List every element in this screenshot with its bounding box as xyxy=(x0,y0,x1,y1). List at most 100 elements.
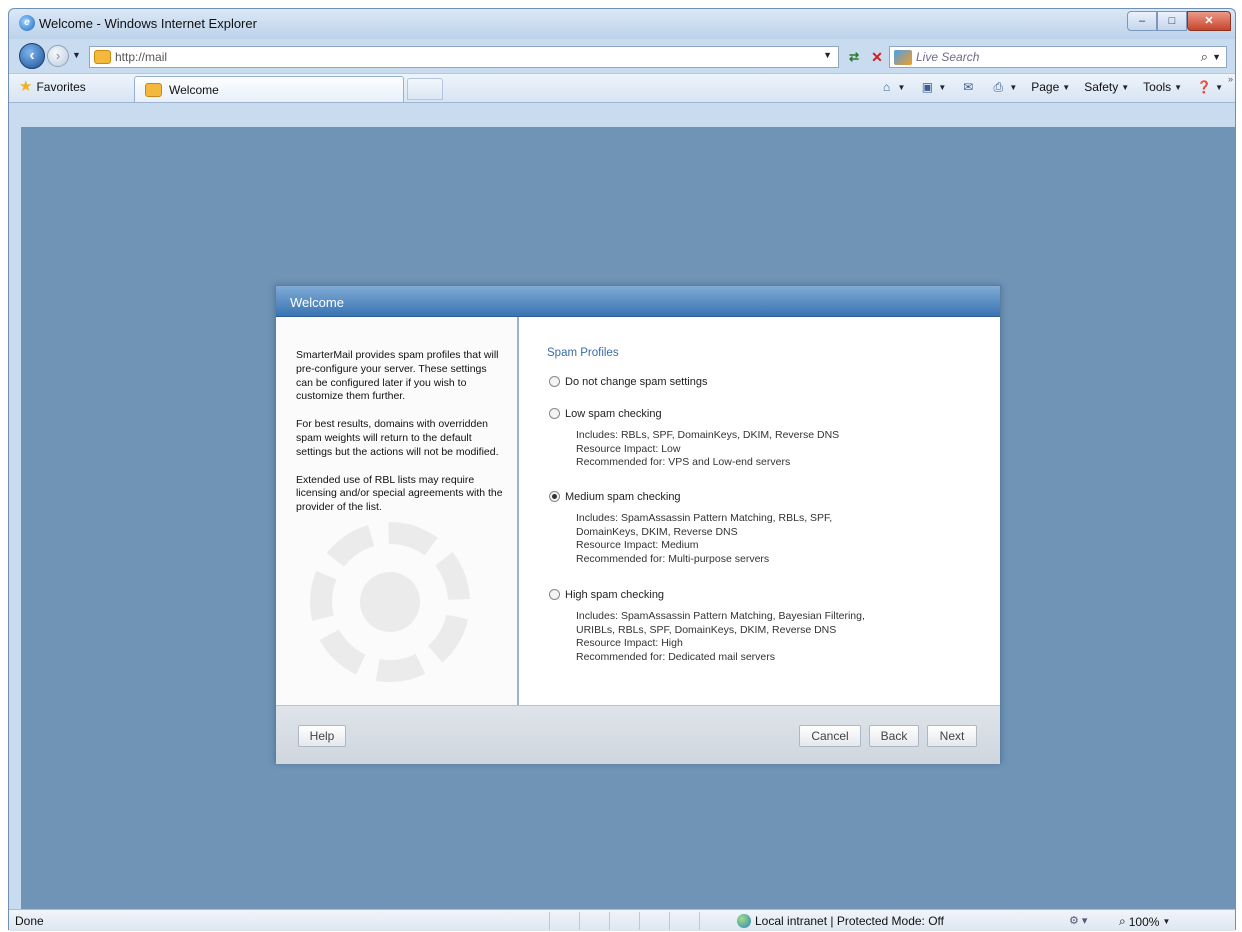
favorites-star-icon: ★ xyxy=(19,78,33,95)
security-zone[interactable]: Local intranet | Protected Mode: Off xyxy=(737,914,944,928)
favorites-label: Favorites xyxy=(36,80,86,94)
info-paragraph: For best results, domains with overridde… xyxy=(296,418,499,458)
toolbar-overflow-icon[interactable]: » xyxy=(1228,74,1233,84)
section-title: Spam Profiles xyxy=(547,347,619,359)
zoom-control[interactable]: ⌕ 100% ▼ xyxy=(1119,914,1170,929)
option-label: Medium spam checking xyxy=(565,491,681,503)
browser-window: e Welcome - Windows Internet Explorer – … xyxy=(8,8,1236,931)
page-menu-label: Page xyxy=(1031,80,1060,94)
site-favicon-icon xyxy=(94,50,111,64)
help-dropdown-icon: ▼ xyxy=(1215,82,1223,92)
address-dropdown-icon[interactable]: ▼ xyxy=(823,50,832,60)
info-pane: SmarterMail provides spam profiles that … xyxy=(276,317,519,705)
feeds-icon: ▣ xyxy=(921,80,934,94)
tools-menu-label: Tools xyxy=(1143,80,1172,94)
detail-line: Includes: SpamAssassin Pattern Matching,… xyxy=(576,610,865,622)
zoom-dropdown-icon[interactable]: ▼ xyxy=(1162,917,1170,926)
detail-line: Includes: SpamAssassin Pattern Matching,… xyxy=(576,512,833,524)
navigation-bar: ‹ › ▼ http://mail ▼ ⇄ ✕ Live Search ⌕ ▼ xyxy=(9,41,1235,73)
detail-line: DomainKeys, DKIM, Reverse DNS xyxy=(576,525,738,538)
search-options-dropdown-icon[interactable]: ▼ xyxy=(1212,52,1221,62)
option-medium-details: Includes: SpamAssassin Pattern Matching,… xyxy=(576,512,832,566)
minimize-button[interactable]: – xyxy=(1127,11,1157,31)
home-button[interactable]: ⌂ ▼ xyxy=(878,80,906,94)
help-button[interactable]: Help xyxy=(298,725,346,747)
detail-line: Recommended for: Dedicated mail servers xyxy=(576,650,775,663)
page-dropdown-icon: ▼ xyxy=(1062,82,1071,92)
new-tab-button[interactable] xyxy=(407,78,443,100)
safety-menu[interactable]: Safety ▼ xyxy=(1084,80,1129,94)
tools-dropdown-icon: ▼ xyxy=(1174,82,1183,92)
home-icon: ⌂ xyxy=(882,80,891,94)
mail-icon: ✉ xyxy=(963,80,974,94)
gear-hub-shape xyxy=(360,572,420,632)
status-panes xyxy=(549,912,729,930)
address-url[interactable]: http://mail xyxy=(115,50,167,64)
option-label: High spam checking xyxy=(565,589,665,601)
window-controls: – □ ✕ xyxy=(1127,11,1231,31)
radio-medium[interactable] xyxy=(549,491,560,502)
tab-welcome[interactable]: Welcome xyxy=(134,76,404,102)
option-low-details: Includes: RBLs, SPF, DomainKeys, DKIM, R… xyxy=(576,429,839,470)
forward-arrow-icon[interactable]: › xyxy=(47,45,69,67)
back-arrow-icon[interactable]: ‹ xyxy=(19,43,45,69)
intranet-globe-icon xyxy=(737,914,751,928)
command-buttons: ⌂ ▼ ▣ ▼ ✉ ⎙ ▼ Page ▼ Safety ▼ Tools ▼ ❓ ▼ xyxy=(878,80,1223,94)
tools-menu[interactable]: Tools ▼ xyxy=(1143,80,1182,94)
home-dropdown-icon[interactable]: ▼ xyxy=(897,83,905,92)
page-menu[interactable]: Page ▼ xyxy=(1031,80,1070,94)
tab-favicon-icon xyxy=(145,83,162,97)
search-bar[interactable]: Live Search ⌕ ▼ xyxy=(889,46,1227,68)
detail-line: Resource Impact: Low xyxy=(576,442,681,455)
detail-line: Resource Impact: High xyxy=(576,637,683,649)
search-icon[interactable]: ⌕ xyxy=(1201,49,1208,65)
cancel-button[interactable]: Cancel xyxy=(799,725,861,747)
window-title: Welcome - Windows Internet Explorer xyxy=(39,16,257,31)
option-high[interactable]: High spam checking xyxy=(549,589,664,601)
detail-line: Resource Impact: Medium xyxy=(576,539,699,551)
dialog-header: Welcome xyxy=(276,286,1000,317)
radio-low[interactable] xyxy=(549,408,560,419)
back-button[interactable]: Back xyxy=(869,725,919,747)
detail-line: Recommended for: VPS and Low-end servers xyxy=(576,456,791,468)
print-icon: ⎙ xyxy=(993,80,1004,94)
stop-icon[interactable]: ✕ xyxy=(867,47,887,67)
close-button[interactable]: ✕ xyxy=(1187,11,1231,31)
radio-high[interactable] xyxy=(549,589,560,600)
feeds-dropdown-icon[interactable]: ▼ xyxy=(938,83,946,92)
option-no-change[interactable]: Do not change spam settings xyxy=(549,376,707,388)
safety-dropdown-icon: ▼ xyxy=(1121,82,1130,92)
print-button[interactable]: ⎙ ▼ xyxy=(990,80,1018,94)
help-menu[interactable]: ❓ ▼ xyxy=(1196,80,1223,94)
safety-menu-label: Safety xyxy=(1084,80,1119,94)
spam-profiles-pane: Spam Profiles Do not change spam setting… xyxy=(521,317,1000,705)
maximize-button[interactable]: □ xyxy=(1157,11,1187,31)
feeds-button[interactable]: ▣ ▼ xyxy=(919,80,947,94)
recent-pages-dropdown-icon[interactable]: ▼ xyxy=(72,50,81,60)
dialog-footer: Help Cancel Back Next xyxy=(276,705,1000,764)
next-button[interactable]: Next xyxy=(927,725,977,747)
option-label: Low spam checking xyxy=(565,408,662,420)
welcome-dialog: Welcome SmarterMail provides spam profil… xyxy=(275,285,1001,764)
page-viewport: Welcome SmarterMail provides spam profil… xyxy=(21,127,1235,909)
print-dropdown-icon[interactable]: ▼ xyxy=(1009,83,1017,92)
favorites-button[interactable]: ★ Favorites xyxy=(19,78,86,95)
refresh-icon[interactable]: ⇄ xyxy=(843,47,865,67)
ie-logo-icon: e xyxy=(19,15,35,31)
status-text: Done xyxy=(15,914,44,928)
title-bar: e Welcome - Windows Internet Explorer – … xyxy=(9,9,1235,39)
protected-mode-icon[interactable]: ⚙ ▾ xyxy=(1069,914,1087,927)
search-input[interactable]: Live Search xyxy=(916,50,979,64)
read-mail-button[interactable]: ✉ xyxy=(960,80,976,94)
detail-line: Recommended for: Multi-purpose servers xyxy=(576,552,770,565)
info-paragraph: SmarterMail provides spam profiles that … xyxy=(296,349,499,403)
detail-line: URIBLs, RBLs, SPF, DomainKeys, DKIM, Rev… xyxy=(576,623,837,636)
option-low[interactable]: Low spam checking xyxy=(549,408,662,420)
address-bar[interactable]: http://mail ▼ xyxy=(89,46,839,68)
tab-label: Welcome xyxy=(169,83,219,97)
radio-no-change[interactable] xyxy=(549,376,560,387)
option-medium[interactable]: Medium spam checking xyxy=(549,491,681,503)
dialog-body: SmarterMail provides spam profiles that … xyxy=(276,317,1000,705)
detail-line: Includes: RBLs, SPF, DomainKeys, DKIM, R… xyxy=(576,429,840,441)
info-text: SmarterMail provides spam profiles that … xyxy=(296,349,506,529)
